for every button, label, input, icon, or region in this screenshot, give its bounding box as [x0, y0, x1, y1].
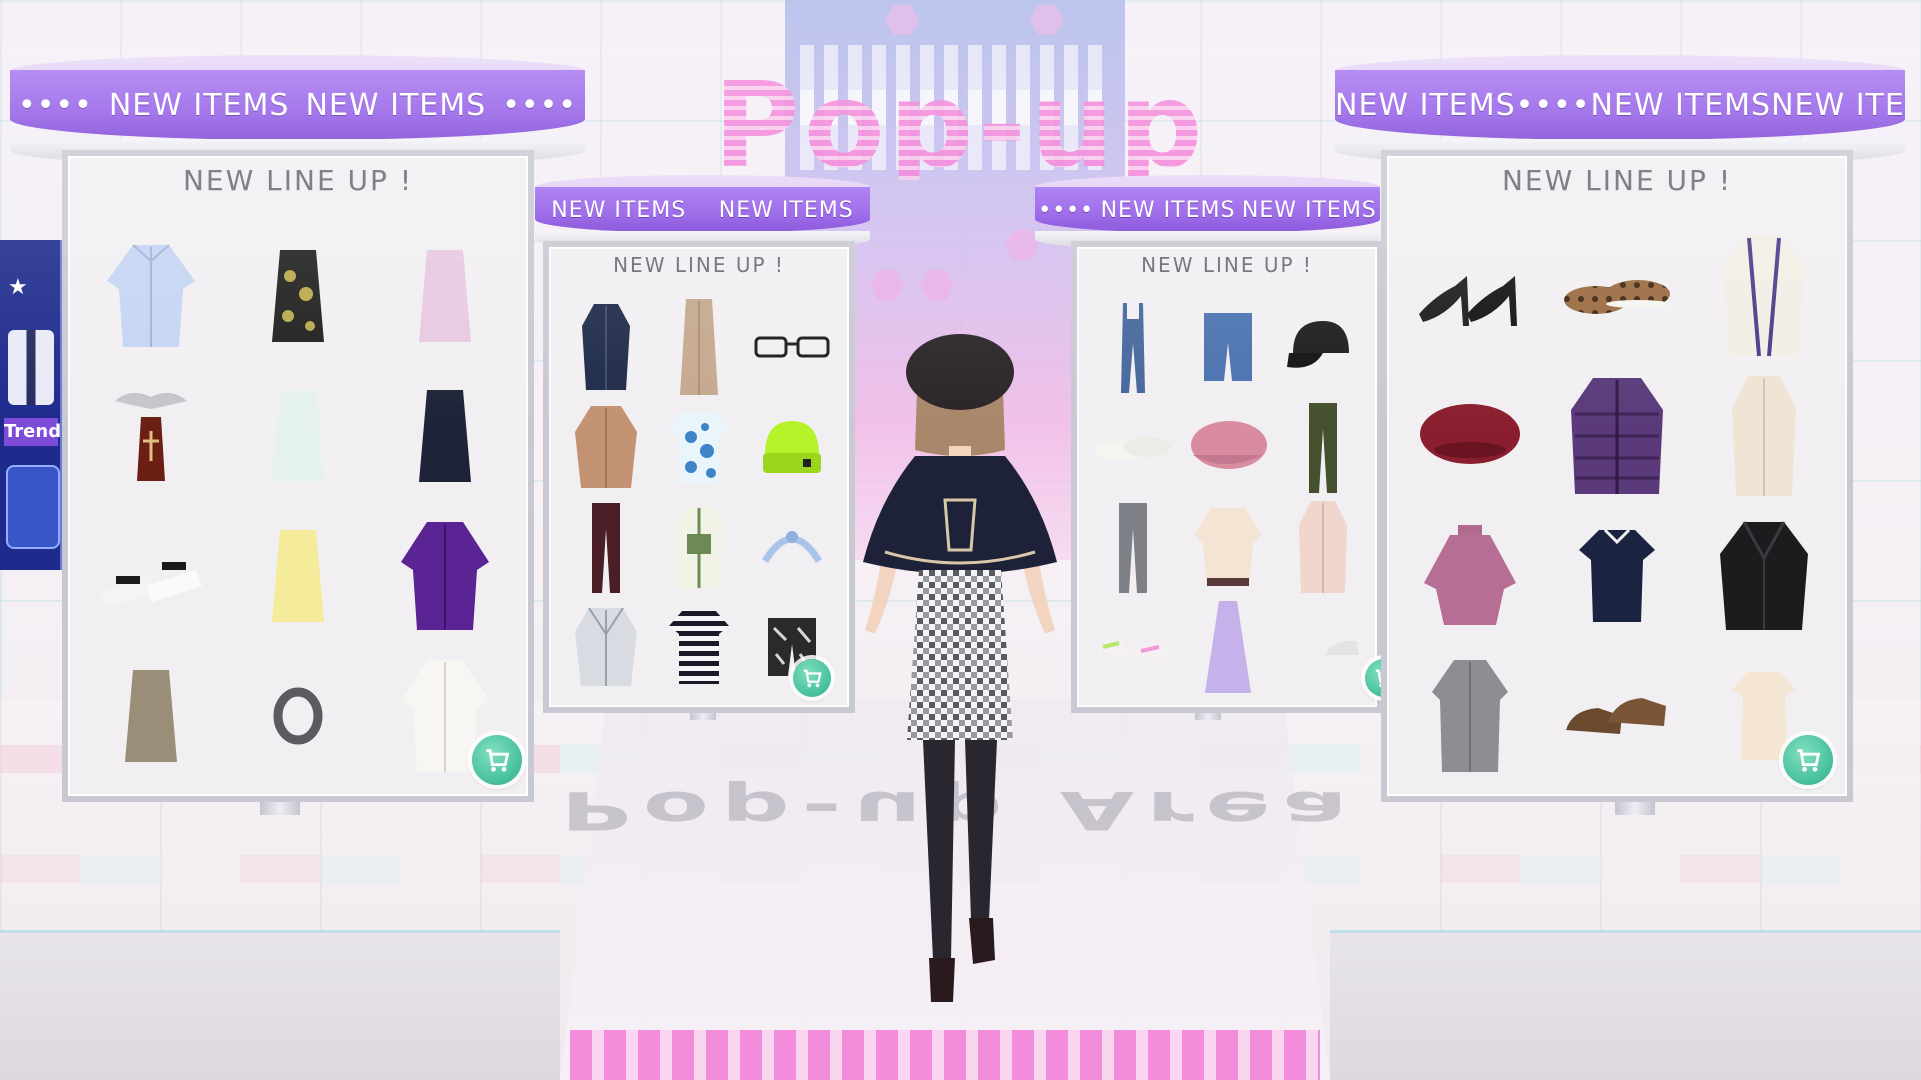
player-avatar[interactable]: [845, 330, 1075, 1030]
silver-bangle-item[interactable]: [225, 646, 372, 786]
pastel-sneakers-item[interactable]: [1085, 597, 1180, 697]
avatar-left-shoe: [929, 958, 955, 1002]
avatar-left-leg: [923, 740, 955, 960]
cart-button[interactable]: [472, 735, 522, 785]
navy-polo-item[interactable]: [1544, 506, 1691, 646]
board-title: NEW LINE UP !: [1141, 253, 1313, 277]
kiosk-banner: NEW ITEMS •••• NEW ITEMS NEW ITEMS: [1335, 70, 1905, 140]
kiosk-far-right[interactable]: NEW ITEMS •••• NEW ITEMS NEW ITEMS NEW L…: [1335, 55, 1905, 815]
board-title: NEW LINE UP !: [1501, 164, 1733, 197]
left-platform: [0, 930, 560, 1080]
avatar-left-arm: [865, 560, 897, 634]
khaki-tank-item[interactable]: [78, 646, 225, 786]
kiosk-center-left[interactable]: NEW ITEMS NEW ITEMS NEW LINE UP !: [535, 175, 870, 720]
avatar-beret: [906, 334, 1014, 410]
banner-dots: ••••: [1515, 87, 1591, 123]
bat-coffin-necklace-item[interactable]: [78, 366, 225, 506]
cart-icon: [1797, 749, 1821, 772]
blue-spot-tee-item[interactable]: [652, 397, 745, 497]
light-blue-shirt-item[interactable]: [78, 226, 225, 366]
black-leather-jacket-item[interactable]: [1690, 506, 1837, 646]
grey-shirt-item[interactable]: [1397, 646, 1544, 786]
green-fleece-vest-item[interactable]: [652, 497, 745, 597]
banner-text: NEW ITEMS: [718, 197, 854, 223]
banner-text: NEW ITEMS: [1590, 87, 1772, 123]
brown-loafers-item[interactable]: [1544, 646, 1691, 786]
lavender-dress-item[interactable]: [1180, 597, 1275, 697]
banner-text: NEW ITEMS: [1771, 87, 1905, 123]
game-scene: Pop-up Area Pop-up Area ★ Trend NEW ITEM…: [0, 0, 1921, 1080]
avatar-right-leg: [965, 740, 997, 920]
cart-icon: [486, 749, 510, 772]
avatar-cape: [863, 456, 1057, 574]
banner-text: NEW ITEMS: [1100, 197, 1236, 223]
lime-beanie-item[interactable]: [746, 397, 839, 497]
board-title: NEW LINE UP !: [613, 253, 785, 277]
white-flats-item[interactable]: [1085, 397, 1180, 497]
burgundy-beret-item[interactable]: [1397, 366, 1544, 506]
avatar-right-shoe: [969, 918, 995, 964]
banner-text: NEW ITEMS: [108, 87, 290, 123]
lilac-tank-item[interactable]: [371, 226, 518, 366]
kiosk-center-right[interactable]: •••• NEW ITEMS NEW ITEMS NEW LINE UP !: [1035, 175, 1403, 720]
pink-casquette-item[interactable]: [1180, 397, 1275, 497]
item-board: NEW LINE UP !: [1381, 150, 1853, 802]
board-title: NEW LINE UP !: [182, 164, 414, 197]
white-platform-sandals-item[interactable]: [78, 506, 225, 646]
kiosk-far-left[interactable]: •••• NEW ITEMS NEW ITEMS •••• NEW LINE U…: [10, 55, 585, 815]
kiosk-banner: •••• NEW ITEMS NEW ITEMS ••••: [10, 70, 585, 140]
cart-button[interactable]: [1783, 735, 1833, 785]
navy-tank-item[interactable]: [371, 366, 518, 506]
black-glasses-item[interactable]: [746, 297, 839, 397]
blue-headband-item[interactable]: [746, 497, 839, 597]
banner-text: NEW ITEMS: [1335, 87, 1516, 123]
cart-button[interactable]: [793, 659, 831, 697]
mint-tank-item[interactable]: [225, 366, 372, 506]
right-platform: [1330, 930, 1921, 1080]
item-board: NEW LINE UP !: [62, 150, 534, 802]
black-floral-top-item[interactable]: [225, 226, 372, 366]
banner-dots: ••••: [502, 87, 577, 123]
cream-sweater-item[interactable]: [1180, 497, 1275, 597]
striped-tee-item[interactable]: [652, 597, 745, 697]
denim-overalls-item[interactable]: [1085, 297, 1180, 397]
pop-up-area-sign: Pop-up Area: [585, 66, 1335, 294]
avatar-right-arm: [1023, 560, 1055, 634]
runway-neon-sign: [570, 1030, 1320, 1080]
black-heels-item[interactable]: [1397, 226, 1544, 366]
item-grid: [1085, 297, 1370, 697]
purple-puffer-item[interactable]: [1544, 366, 1691, 506]
item-grid: [559, 297, 839, 697]
avatar-gingham-skirt: [907, 570, 1013, 740]
banner-text: NEW ITEMS: [305, 87, 487, 123]
banner-dots: ••••: [18, 87, 93, 123]
grey-pants-item[interactable]: [1085, 497, 1180, 597]
cart-icon: [803, 669, 822, 688]
kiosk-banner: NEW ITEMS NEW ITEMS: [535, 187, 870, 233]
purple-blouse-item[interactable]: [371, 506, 518, 646]
banner-dots: ••••: [1038, 197, 1095, 223]
item-board: NEW LINE UP !: [543, 241, 855, 713]
kiosk-banner: •••• NEW ITEMS NEW ITEMS: [1035, 187, 1380, 233]
beige-trench-item[interactable]: [1690, 366, 1837, 506]
leopard-slip-ons-item[interactable]: [1544, 226, 1691, 366]
cream-cardigan-item[interactable]: [1690, 226, 1837, 366]
yellow-tank-item[interactable]: [225, 506, 372, 646]
item-grid: [1397, 226, 1837, 786]
denim-shorts-item[interactable]: [1180, 297, 1275, 397]
beige-long-vest-item[interactable]: [652, 297, 745, 397]
mauve-turtleneck-item[interactable]: [1397, 506, 1544, 646]
item-grid: [78, 226, 518, 786]
